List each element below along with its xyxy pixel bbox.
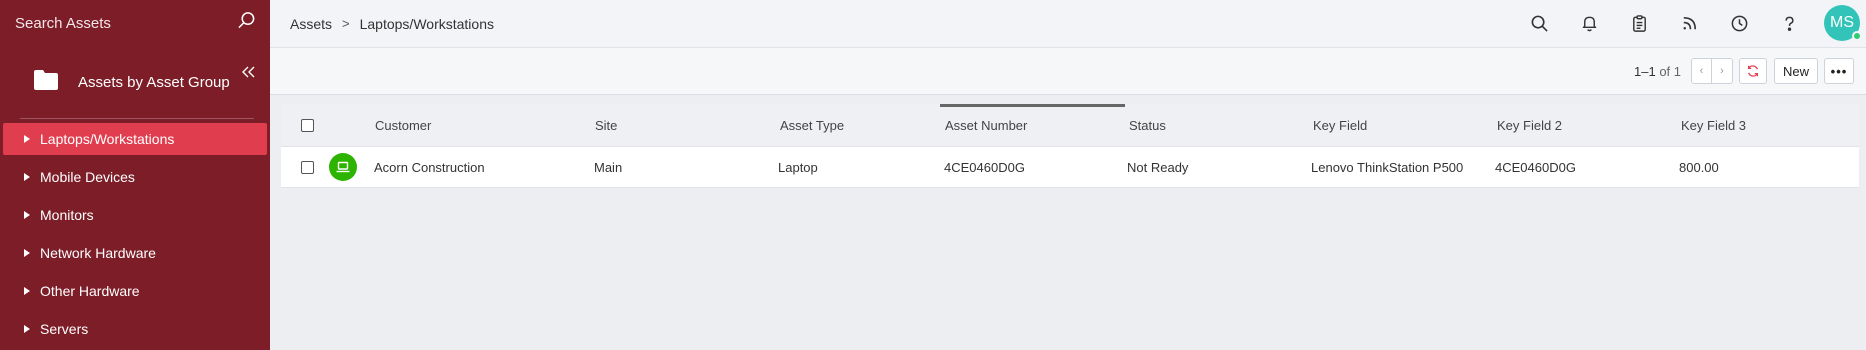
sidebar-nav: Laptops/Workstations Mobile Devices Moni… — [0, 123, 270, 345]
expand-triangle-icon — [24, 173, 30, 181]
sidebar-item-label: Monitors — [40, 207, 94, 223]
asset-group-header: Assets by Asset Group — [0, 46, 270, 118]
cell-key-field: Lenovo ThinkStation P500 — [1311, 159, 1464, 175]
sidebar-item-label: Mobile Devices — [40, 169, 135, 185]
column-header-key-field-2[interactable]: Key Field 2 — [1497, 118, 1562, 133]
table-row[interactable]: Acorn Construction Main Laptop 4CE0460D0… — [281, 146, 1859, 188]
column-header-site[interactable]: Site — [595, 118, 617, 133]
sidebar-divider — [20, 118, 254, 119]
search-icon[interactable] — [237, 11, 256, 35]
refresh-button[interactable] — [1739, 58, 1767, 84]
expand-triangle-icon — [24, 287, 30, 295]
sidebar-item-monitors[interactable]: Monitors — [3, 199, 267, 231]
refresh-icon — [1748, 65, 1758, 77]
sidebar-item-label: Servers — [40, 321, 89, 337]
sidebar: Search Assets Assets by Asset Group Lapt… — [0, 0, 270, 350]
expand-triangle-icon — [24, 211, 30, 219]
expand-triangle-icon — [24, 249, 30, 257]
pagination-summary: 1–1 of 1 — [1634, 64, 1681, 79]
pagination-controls: ‹ › — [1691, 58, 1733, 84]
expand-triangle-icon — [24, 325, 30, 333]
top-icons: MS — [1514, 0, 1866, 46]
table-header: Customer Site Asset Type Asset Number St… — [281, 104, 1859, 146]
online-status-dot — [1852, 31, 1862, 41]
clock-icon[interactable] — [1714, 0, 1764, 46]
select-all-checkbox[interactable] — [301, 118, 314, 132]
pagination-total: of 1 — [1659, 63, 1681, 79]
sidebar-search[interactable]: Search Assets — [0, 0, 270, 46]
more-options-button[interactable]: ••• — [1824, 58, 1854, 84]
cell-key-field-3: 800.00 — [1679, 159, 1719, 175]
asset-table: Customer Site Asset Type Asset Number St… — [281, 104, 1859, 188]
column-header-asset-type[interactable]: Asset Type — [780, 118, 844, 133]
breadcrumb-separator: > — [342, 16, 350, 31]
breadcrumb-root[interactable]: Assets — [290, 16, 332, 32]
sidebar-item-network-hardware[interactable]: Network Hardware — [3, 237, 267, 269]
cell-site: Main — [594, 159, 623, 175]
column-header-status[interactable]: Status — [1129, 118, 1166, 133]
sidebar-item-other-hardware[interactable]: Other Hardware — [3, 275, 267, 307]
sidebar-item-laptops-workstations[interactable]: Laptops/Workstations — [3, 123, 267, 155]
help-icon[interactable] — [1764, 0, 1814, 46]
collapse-sidebar-icon[interactable] — [240, 64, 256, 80]
sidebar-item-label: Network Hardware — [40, 245, 156, 261]
cell-key-field-2: 4CE0460D0G — [1495, 159, 1576, 175]
breadcrumb: Assets > Laptops/Workstations — [290, 16, 494, 32]
expand-triangle-icon — [24, 135, 30, 143]
avatar[interactable]: MS — [1824, 5, 1862, 41]
top-bar: Assets > Laptops/Workstations MS — [270, 0, 1866, 48]
search-input[interactable]: Search Assets — [15, 15, 111, 32]
sidebar-item-label: Laptops/Workstations — [40, 131, 175, 147]
sidebar-item-mobile-devices[interactable]: Mobile Devices — [3, 161, 267, 193]
cell-status: Not Ready — [1127, 159, 1189, 175]
column-header-key-field-3[interactable]: Key Field 3 — [1681, 118, 1746, 133]
search-icon[interactable] — [1514, 0, 1564, 46]
row-checkbox[interactable] — [301, 160, 314, 174]
column-header-asset-number[interactable]: Asset Number — [945, 118, 1027, 133]
sidebar-item-label: Other Hardware — [40, 283, 140, 299]
list-toolbar: 1–1 of 1 ‹ › New ••• — [270, 48, 1866, 95]
sort-indicator — [940, 104, 1125, 107]
breadcrumb-current: Laptops/Workstations — [359, 15, 494, 32]
column-header-customer[interactable]: Customer — [375, 118, 431, 133]
next-page-button[interactable]: › — [1712, 58, 1733, 84]
asset-group-title: Assets by Asset Group — [78, 73, 230, 91]
pagination-range: 1–1 — [1633, 63, 1656, 79]
avatar-initials: MS — [1830, 14, 1854, 31]
laptop-icon — [329, 153, 357, 181]
column-header-key-field[interactable]: Key Field — [1313, 118, 1367, 133]
sidebar-item-servers[interactable]: Servers — [3, 313, 267, 345]
new-button[interactable]: New — [1774, 58, 1818, 84]
prev-page-button[interactable]: ‹ — [1691, 58, 1712, 84]
cell-customer: Acorn Construction — [374, 159, 485, 175]
bell-icon[interactable] — [1564, 0, 1614, 46]
cell-asset-type: Laptop — [778, 159, 818, 175]
folder-icon — [33, 69, 78, 96]
cell-asset-number: 4CE0460D0G — [944, 159, 1025, 175]
rss-icon[interactable] — [1664, 0, 1714, 46]
clipboard-icon[interactable] — [1614, 0, 1664, 46]
